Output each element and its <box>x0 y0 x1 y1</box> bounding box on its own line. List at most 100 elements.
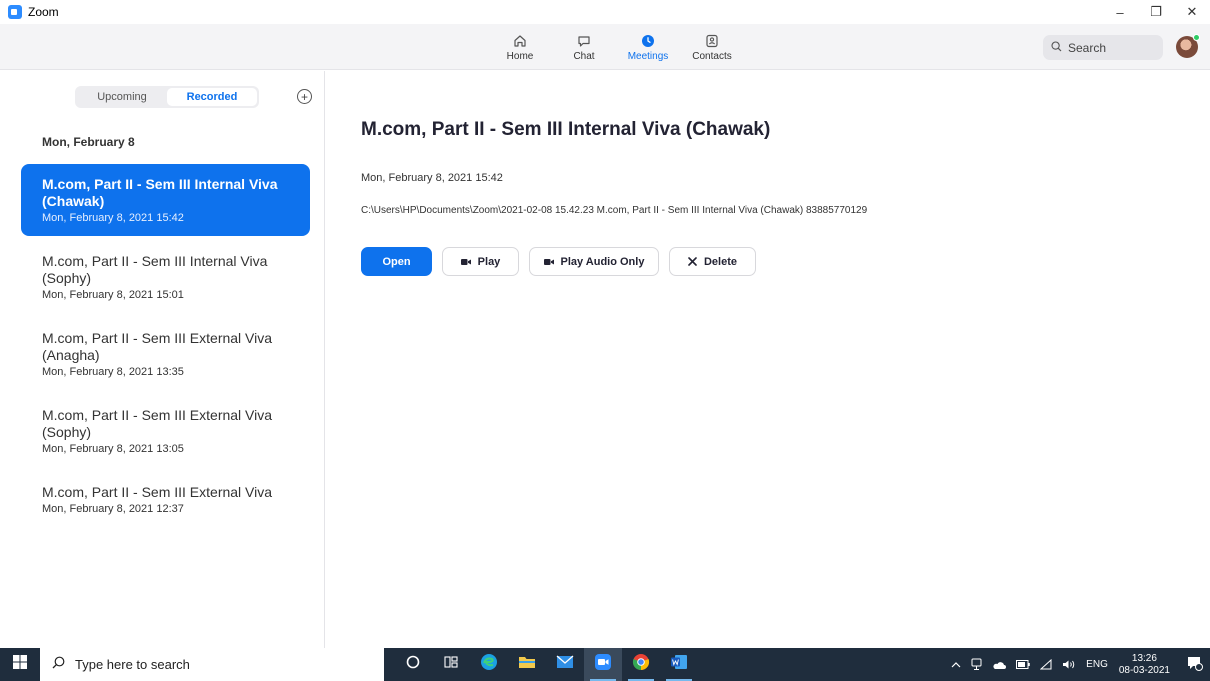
zoom-icon <box>594 653 612 676</box>
close-icon <box>688 257 697 266</box>
edge-icon <box>480 653 498 676</box>
meetings-segmented-control: Upcoming Recorded <box>75 86 259 108</box>
recordings-list: M.com, Part II - Sem III Internal Viva (… <box>21 164 310 532</box>
mail-icon <box>556 655 574 674</box>
recording-actions: Open Play Play Audio Only Delete <box>361 247 766 276</box>
plus-icon: + <box>300 89 308 104</box>
recordings-sidebar: Upcoming Recorded + Mon, February 8 M.co… <box>0 71 325 648</box>
video-camera-icon <box>460 258 471 266</box>
video-camera-icon <box>543 258 554 266</box>
search-icon <box>52 656 65 674</box>
system-tray: ENG 13:26 08-03-2021 <box>946 648 1210 681</box>
avatar[interactable] <box>1176 34 1200 58</box>
tab-chat-label: Chat <box>573 50 595 62</box>
chat-icon <box>576 33 592 49</box>
title-bar: Zoom – ❐ ✕ <box>0 0 1210 24</box>
nav-tabs: Home Chat Meetings Contacts <box>490 28 742 66</box>
word-app[interactable] <box>660 648 698 681</box>
home-icon <box>512 33 528 49</box>
minimize-button[interactable]: – <box>1102 0 1138 24</box>
recording-item[interactable]: M.com, Part II - Sem III Internal Viva (… <box>21 241 310 313</box>
restore-button[interactable]: ❐ <box>1138 0 1174 24</box>
search-icon <box>1051 39 1062 57</box>
clock-date: 08-03-2021 <box>1118 664 1170 676</box>
mail-app[interactable] <box>546 648 584 681</box>
detail-title: M.com, Part II - Sem III Internal Viva (… <box>361 119 771 140</box>
onedrive-icon[interactable] <box>992 660 1007 670</box>
recording-time: Mon, February 8, 2021 12:37 <box>42 503 184 515</box>
search-input[interactable] <box>1068 40 1158 55</box>
recording-item[interactable]: M.com, Part II - Sem III External Viva (… <box>21 395 310 467</box>
detail-date: Mon, February 8, 2021 15:42 <box>361 172 503 184</box>
add-meeting-button[interactable]: + <box>297 89 312 104</box>
cortana-icon <box>406 655 420 674</box>
recording-detail: M.com, Part II - Sem III Internal Viva (… <box>326 71 1210 648</box>
recording-title: M.com, Part II - Sem III External Viva <box>42 484 273 500</box>
recording-time: Mon, February 8, 2021 15:01 <box>42 289 184 301</box>
delete-button-label: Delete <box>703 255 738 268</box>
task-view-icon <box>444 655 458 674</box>
tab-meetings-label: Meetings <box>627 50 669 62</box>
taskbar-clock[interactable]: 13:26 08-03-2021 <box>1119 653 1170 677</box>
tab-home[interactable]: Home <box>490 28 550 66</box>
taskbar-search[interactable]: Type here to search <box>40 648 384 681</box>
tab-home-label: Home <box>506 50 534 62</box>
cortana-button[interactable] <box>394 648 432 681</box>
meet-now-icon[interactable] <box>971 658 982 671</box>
taskbar-apps <box>394 648 698 681</box>
start-button[interactable] <box>0 648 40 681</box>
contacts-icon <box>704 33 720 49</box>
tab-contacts-label: Contacts <box>692 50 732 62</box>
recording-title: M.com, Part II - Sem III External Viva (… <box>42 330 273 363</box>
window-title: Zoom <box>28 5 59 19</box>
recording-time: Mon, February 8, 2021 15:42 <box>42 212 184 224</box>
top-navigation: Home Chat Meetings Contacts <box>0 24 1210 70</box>
play-button-label: Play <box>477 255 501 268</box>
close-button[interactable]: ✕ <box>1174 0 1210 24</box>
search-box[interactable] <box>1043 35 1163 60</box>
tab-contacts[interactable]: Contacts <box>682 28 742 66</box>
delete-button[interactable]: Delete <box>669 247 756 276</box>
network-icon[interactable] <box>1040 659 1052 670</box>
chrome-icon <box>632 653 650 676</box>
language-indicator[interactable]: ENG <box>1086 659 1108 670</box>
battery-icon[interactable] <box>1016 660 1030 669</box>
recording-title: M.com, Part II - Sem III Internal Viva (… <box>42 176 278 209</box>
online-status-icon <box>1193 34 1200 41</box>
recording-title: M.com, Part II - Sem III Internal Viva (… <box>42 253 268 286</box>
word-icon <box>670 654 688 675</box>
tab-chat[interactable]: Chat <box>554 28 614 66</box>
task-view-button[interactable] <box>432 648 470 681</box>
clock-icon <box>640 33 656 49</box>
recording-time: Mon, February 8, 2021 13:35 <box>42 366 184 378</box>
recording-title: M.com, Part II - Sem III External Viva (… <box>42 407 273 440</box>
open-button[interactable]: Open <box>361 247 432 276</box>
notification-icon <box>1187 656 1203 674</box>
folder-icon <box>518 654 536 675</box>
play-button[interactable]: Play <box>442 247 519 276</box>
zoom-logo-icon <box>8 5 22 19</box>
edge-app[interactable] <box>470 648 508 681</box>
clock-time: 13:26 <box>1131 652 1157 664</box>
window-controls: – ❐ ✕ <box>1102 0 1210 24</box>
notification-center-button[interactable] <box>1180 648 1210 681</box>
date-group-header: Mon, February 8 <box>42 135 135 149</box>
volume-icon[interactable] <box>1062 659 1076 670</box>
chrome-app[interactable] <box>622 648 660 681</box>
file-explorer-app[interactable] <box>508 648 546 681</box>
windows-logo-icon <box>13 655 27 674</box>
zoom-app[interactable] <box>584 648 622 681</box>
tab-recorded[interactable]: Recorded <box>167 88 257 106</box>
tab-meetings[interactable]: Meetings <box>618 28 678 66</box>
play-audio-only-button[interactable]: Play Audio Only <box>529 247 659 276</box>
windows-taskbar: Type here to search ENG 13:26 08-03-2021 <box>0 648 1210 681</box>
tab-upcoming[interactable]: Upcoming <box>77 88 167 106</box>
detail-file-path: C:\Users\HP\Documents\Zoom\2021-02-08 15… <box>361 205 868 216</box>
recording-time: Mon, February 8, 2021 13:05 <box>42 443 184 455</box>
chevron-up-icon[interactable] <box>951 660 961 670</box>
recording-item[interactable]: M.com, Part II - Sem III External Viva (… <box>21 318 310 390</box>
open-button-label: Open <box>382 255 411 268</box>
recording-item[interactable]: M.com, Part II - Sem III Internal Viva (… <box>21 164 310 236</box>
play-audio-only-label: Play Audio Only <box>560 255 645 268</box>
recording-item[interactable]: M.com, Part II - Sem III External Viva M… <box>21 472 310 527</box>
